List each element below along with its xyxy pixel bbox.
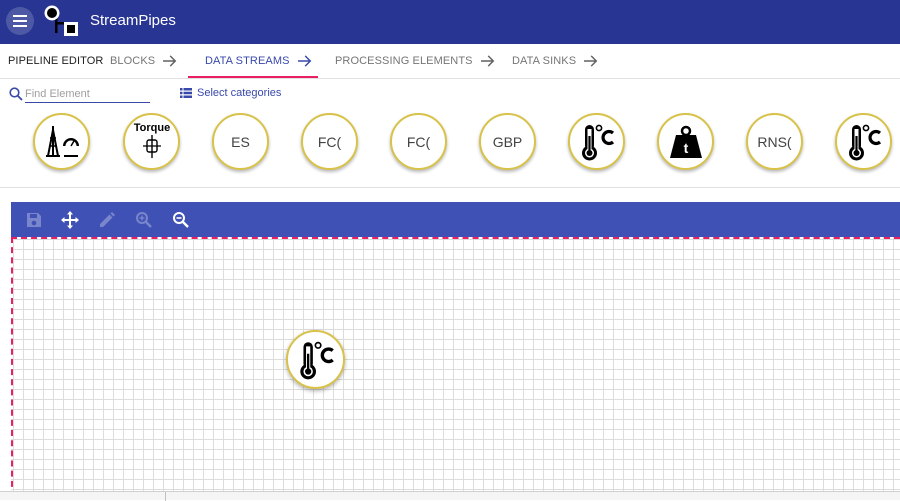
select-categories-button[interactable]: Select categories [180, 87, 281, 99]
torque-icon: Torque [133, 122, 170, 158]
element-rns[interactable]: RNS( [746, 113, 803, 170]
zoom-out-icon[interactable] [172, 211, 190, 229]
status-strip [0, 491, 900, 501]
canvas-node-temperature[interactable] [286, 330, 345, 389]
element-fc-1[interactable]: FC( [301, 113, 358, 170]
weight-icon-label: t [683, 140, 688, 156]
arrow-right-icon [297, 55, 311, 67]
pipeline-canvas[interactable] [11, 237, 900, 497]
element-rns-label: RNS( [757, 133, 792, 150]
search-icon [9, 87, 23, 101]
hamburger-menu-icon [13, 15, 27, 27]
tab-data-streams[interactable]: DATA STREAMS [205, 44, 312, 78]
element-es-label: ES [231, 133, 250, 150]
drill-rig-icon [45, 125, 79, 157]
element-temperature-2[interactable] [835, 113, 892, 170]
tab-processing-elements-label: PROCESSING ELEMENTS [335, 55, 473, 67]
list-icon [180, 88, 192, 98]
element-gbp-label: GBP [492, 133, 523, 150]
available-elements: Torque ES FC( FC( GBP t RNS( [0, 110, 900, 188]
app-header: StreamPipes [0, 0, 900, 44]
element-weight[interactable]: t [657, 113, 714, 170]
tab-blocks[interactable]: BLOCKS [110, 44, 177, 78]
element-fc-2[interactable]: FC( [390, 113, 447, 170]
thermometer-celsius-icon [581, 124, 614, 160]
tab-data-sinks[interactable]: DATA SINKS [512, 44, 598, 78]
editor-tabs: PIPELINE EDITOR BLOCKS DATA STREAMS PROC… [0, 44, 900, 79]
element-fc-1-label: FC( [317, 133, 342, 150]
weight-icon: t [669, 125, 702, 158]
element-temperature-1[interactable] [568, 113, 625, 170]
tab-data-sinks-label: DATA SINKS [512, 55, 577, 67]
element-drill-rig[interactable] [33, 113, 90, 170]
streampipes-logo-icon[interactable] [42, 4, 80, 40]
element-filter-bar: Select categories [0, 80, 900, 110]
tab-blocks-label: BLOCKS [110, 55, 156, 67]
arrow-right-icon [480, 55, 494, 67]
tab-processing-elements[interactable]: PROCESSING ELEMENTS [335, 44, 495, 78]
element-fc-2-label: FC( [406, 133, 431, 150]
element-gbp[interactable]: GBP [479, 113, 536, 170]
element-es[interactable]: ES [212, 113, 269, 170]
app-title: StreamPipes [90, 12, 176, 29]
tab-pipeline-editor[interactable]: PIPELINE EDITOR [8, 55, 103, 67]
thermometer-celsius-icon [299, 341, 334, 379]
arrow-right-icon [163, 55, 177, 67]
torque-icon-label: Torque [133, 122, 169, 134]
find-element-input[interactable] [25, 86, 150, 103]
arrow-right-icon [584, 55, 598, 67]
editor-toolbar [11, 202, 900, 237]
move-icon[interactable] [61, 211, 79, 229]
element-torque[interactable]: Torque [123, 113, 180, 170]
active-tab-indicator [188, 76, 318, 78]
pencil-icon[interactable] [98, 211, 116, 229]
save-icon[interactable] [25, 211, 43, 229]
menu-button[interactable] [6, 7, 34, 35]
tab-data-streams-label: DATA STREAMS [205, 55, 290, 67]
zoom-in-icon[interactable] [135, 211, 153, 229]
select-categories-label: Select categories [197, 87, 282, 99]
thermometer-celsius-icon [848, 124, 881, 160]
